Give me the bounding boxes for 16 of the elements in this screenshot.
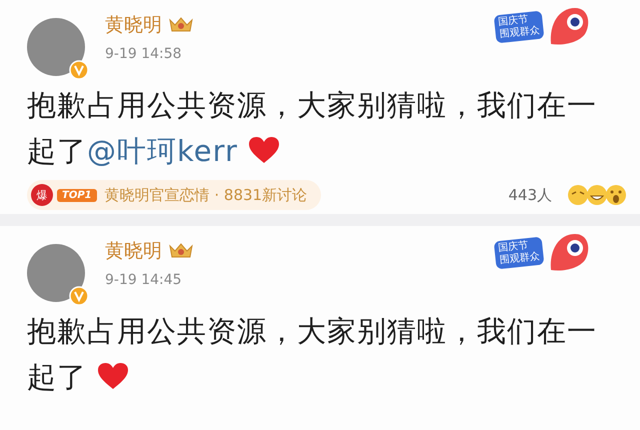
trending-topic-tag[interactable]: 爆 TOP1 黄晓明官宣恋情 · 8831新讨论 bbox=[27, 180, 322, 210]
verified-badge-icon bbox=[69, 286, 89, 306]
reaction-count: 443人 bbox=[508, 186, 552, 204]
sticker-text: 围观群众 bbox=[499, 250, 540, 268]
rank-badge: TOP1 bbox=[57, 188, 97, 202]
topic-title: 黄晓明官宣恋情 · 8831新讨论 bbox=[104, 186, 308, 204]
mention-link[interactable]: @叶珂kerr bbox=[87, 134, 238, 168]
author-name[interactable]: 黄晓明 bbox=[105, 238, 162, 264]
author-name[interactable]: 黄晓明 bbox=[105, 12, 162, 38]
post-text: 抱歉占用公共资源，大家别猜啦，我们在一起了 bbox=[27, 313, 598, 396]
post-text: 抱歉占用公共资源，大家别猜啦，我们在一起了@叶珂kerr bbox=[27, 87, 598, 170]
post-time: 9-19 14:45 bbox=[105, 272, 183, 288]
hot-badge: 爆 bbox=[31, 184, 53, 206]
sticker-text: 围观群众 bbox=[499, 24, 540, 42]
verified-badge-icon bbox=[69, 60, 89, 80]
post-time: 9-19 14:58 bbox=[105, 46, 183, 62]
